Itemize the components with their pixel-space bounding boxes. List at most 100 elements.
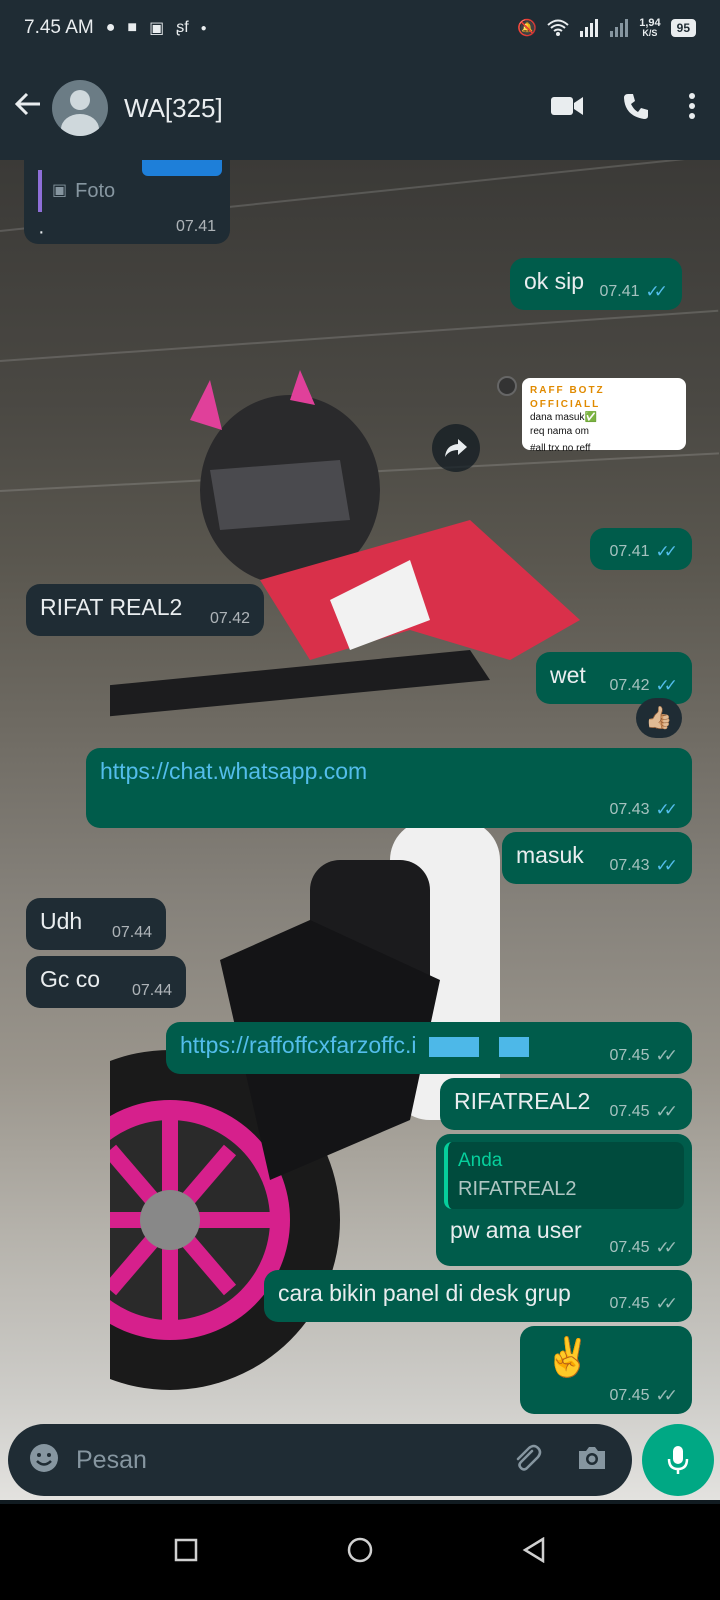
- voice-call-icon[interactable]: [622, 92, 650, 125]
- message-time: 07.45: [609, 1103, 650, 1121]
- sent-tick-icon: ✓✓: [655, 1237, 678, 1257]
- message-time: 07.45: [609, 1239, 650, 1257]
- wallpaper-line: [0, 452, 720, 492]
- message-bubble-outgoing[interactable]: Anda RIFATREAL2 pw ama user 07.45 ✓✓: [436, 1134, 692, 1266]
- shop-notification-icon: ▣: [149, 20, 165, 37]
- wifi-icon: [547, 19, 569, 36]
- message-bubble-outgoing[interactable]: masuk 07.43 ✓✓: [502, 832, 692, 884]
- message-text: RIFAT REAL2: [40, 594, 183, 620]
- sent-tick-icon: ✓✓: [655, 1293, 678, 1313]
- image-text-line: #all trx no reff: [530, 443, 591, 454]
- message-bubble-outgoing[interactable]: ✌️ 07.45 ✓✓: [520, 1326, 692, 1414]
- message-time: 07.42: [609, 677, 650, 695]
- attach-icon[interactable]: [512, 1443, 542, 1478]
- avatar[interactable]: [52, 80, 108, 136]
- sent-tick-icon: ✓✓: [655, 1101, 678, 1121]
- home-icon[interactable]: [347, 1537, 373, 1568]
- message-text: pw ama user: [450, 1216, 582, 1243]
- message-time: 07.45: [609, 1387, 650, 1405]
- message-input-bar[interactable]: Pesan: [8, 1424, 632, 1496]
- sticker-avatar-icon: [497, 376, 517, 396]
- image-text-line: dana masuk✅: [530, 412, 597, 423]
- read-tick-icon: ✓✓: [655, 855, 678, 875]
- status-bar: 7.45 AM ● ■ ▣ ʂf ● 🔕 1,94 K/S 95: [0, 0, 720, 56]
- message-bubble-outgoing[interactable]: wet 07.42 ✓✓: [536, 652, 692, 704]
- message-bubble-incoming[interactable]: Udh 07.44: [26, 898, 166, 950]
- message-time: 07.44: [131, 981, 172, 999]
- message-bubble-outgoing[interactable]: RIFATREAL2 07.45 ✓✓: [440, 1078, 692, 1130]
- video-call-icon[interactable]: [550, 94, 584, 123]
- system-nav-bar: [0, 1504, 720, 1600]
- message-text: Gc co: [40, 966, 101, 992]
- reply-preview-label: Foto: [75, 180, 116, 202]
- message-bubble-incoming[interactable]: Gc co 07.44: [26, 956, 186, 1008]
- redacted-bar: [428, 1036, 479, 1057]
- quoted-text: RIFATREAL2: [458, 1177, 577, 1200]
- signal-2-icon: [610, 19, 629, 37]
- message-bubble-outgoing[interactable]: 07.41 ✓✓: [590, 528, 692, 570]
- wallpaper-line: [0, 309, 719, 362]
- redacted-bar: [499, 1036, 530, 1057]
- forwarded-image-message[interactable]: RAFF BOTZ OFFICIALL dana masuk✅ req nama…: [522, 378, 686, 454]
- network-speed: 1,94 K/S: [639, 17, 661, 38]
- image-title-text: RAFF BOTZ OFFICIALL: [530, 385, 605, 410]
- chat-notification-icon: ●: [105, 19, 116, 36]
- sent-tick-icon: ✓✓: [655, 1385, 678, 1405]
- camera-icon[interactable]: [576, 1444, 608, 1477]
- message-bubble-outgoing[interactable]: cara bikin panel di desk grup 07.45 ✓✓: [264, 1270, 692, 1322]
- message-time: 07.42: [209, 609, 250, 627]
- message-time: 07.41: [599, 283, 640, 301]
- message-input[interactable]: Pesan: [76, 1446, 512, 1475]
- sent-tick-icon: ✓✓: [655, 1045, 678, 1065]
- image-text-line: req nama om: [530, 425, 589, 437]
- photo-icon: ▣: [52, 182, 68, 200]
- message-time: 07.45: [609, 1047, 650, 1065]
- status-time: 7.45 AM: [24, 17, 94, 38]
- message-link[interactable]: https://raffoffcxfarzoffc.i: [180, 1032, 417, 1058]
- message-text: RIFATREAL2: [454, 1088, 591, 1114]
- message-time: 07.41: [609, 543, 650, 561]
- reaction-badge[interactable]: 👍🏼: [636, 698, 682, 738]
- message-time: 07.45: [609, 1295, 650, 1313]
- message-time: 07.44: [111, 923, 152, 941]
- message-time: 07.43: [609, 801, 650, 819]
- message-text: ok sip: [524, 268, 585, 294]
- sf-notification-icon: ʂf: [176, 19, 189, 36]
- message-text: masuk: [516, 842, 584, 868]
- emoji-icon[interactable]: [28, 1442, 60, 1479]
- read-tick-icon: ✓✓: [655, 541, 678, 561]
- read-tick-icon: ✓✓: [645, 281, 668, 301]
- message-bubble-incoming[interactable]: ▣ Foto · 07.41: [24, 160, 230, 244]
- message-link[interactable]: https://chat.whatsapp.com: [100, 758, 367, 784]
- signal-icon: [580, 19, 599, 37]
- app-notification-icon: ■: [127, 19, 138, 36]
- message-time: 07.43: [609, 857, 650, 875]
- microphone-icon: [667, 1446, 689, 1474]
- emoji-message: ✌️: [544, 1337, 592, 1379]
- forward-icon[interactable]: [432, 424, 480, 472]
- quoted-author: Anda: [458, 1150, 503, 1171]
- chat-header: WA[325]: [0, 56, 720, 160]
- back-arrow-icon[interactable]: [14, 90, 48, 126]
- read-tick-icon: ✓✓: [655, 799, 678, 819]
- message-bubble-outgoing[interactable]: https://chat.whatsapp.com 07.43 ✓✓: [86, 748, 692, 828]
- more-notifications-dot-icon: ●: [200, 22, 207, 34]
- back-nav-icon[interactable]: [522, 1536, 546, 1568]
- battery-indicator: 95: [670, 19, 696, 37]
- mute-icon: 🔕: [517, 20, 538, 37]
- message-text: wet: [550, 662, 586, 688]
- read-tick-icon: ✓✓: [655, 675, 678, 695]
- reply-preview-thumbnail: [142, 160, 222, 176]
- microphone-button[interactable]: [642, 1424, 714, 1496]
- message-text: Udh: [40, 908, 83, 934]
- contact-name[interactable]: WA[325]: [124, 93, 223, 124]
- message-bubble-outgoing[interactable]: https://raffoffcxfarzoffc.i 07.45 ✓✓: [166, 1022, 692, 1074]
- message-bubble-incoming[interactable]: RIFAT REAL2 07.42: [26, 584, 264, 636]
- chat-background[interactable]: ▣ Foto · 07.41 ok sip 07.41 ✓✓ RAFF BOTZ …: [0, 160, 720, 1500]
- message-bubble-outgoing[interactable]: ok sip 07.41 ✓✓: [510, 258, 682, 310]
- quoted-message[interactable]: Anda RIFATREAL2: [444, 1142, 684, 1209]
- recent-apps-icon[interactable]: [174, 1538, 198, 1567]
- more-options-icon[interactable]: [688, 92, 696, 125]
- message-time: 07.41: [175, 217, 216, 235]
- message-text: cara bikin panel di desk grup: [278, 1280, 571, 1306]
